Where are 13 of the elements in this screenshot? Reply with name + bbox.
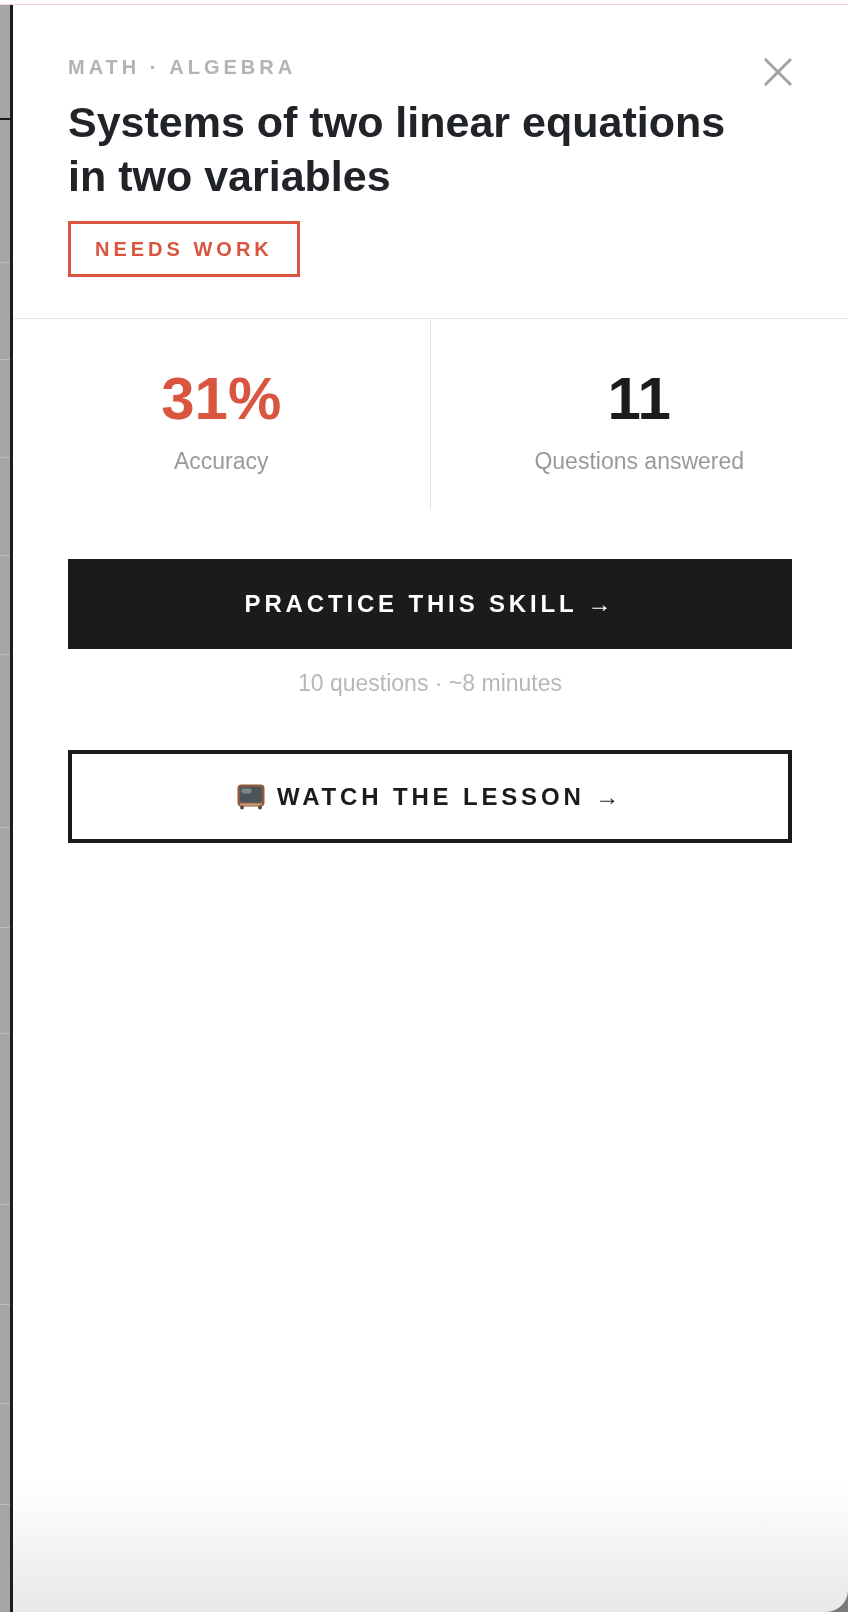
skill-title: Systems of two linear equations in two variables (68, 97, 727, 202)
category-label: MATH · ALGEBRA (68, 55, 297, 80)
close-icon (764, 58, 792, 86)
status-badge: NEEDS WORK (68, 221, 300, 277)
stat-label: Questions answered (534, 447, 745, 475)
practice-button[interactable]: PRACTICE THIS SKILL → (68, 559, 792, 649)
session-info-text: 10 questions · ~8 minutes (298, 669, 562, 697)
stat-value: 11 (607, 369, 671, 429)
close-button[interactable] (764, 58, 792, 86)
stat-value: 31% (161, 369, 282, 429)
stat-label: Accuracy (173, 447, 269, 475)
television-icon (237, 783, 265, 810)
lesson-button[interactable]: WATCH THE LESSON → (68, 750, 792, 843)
